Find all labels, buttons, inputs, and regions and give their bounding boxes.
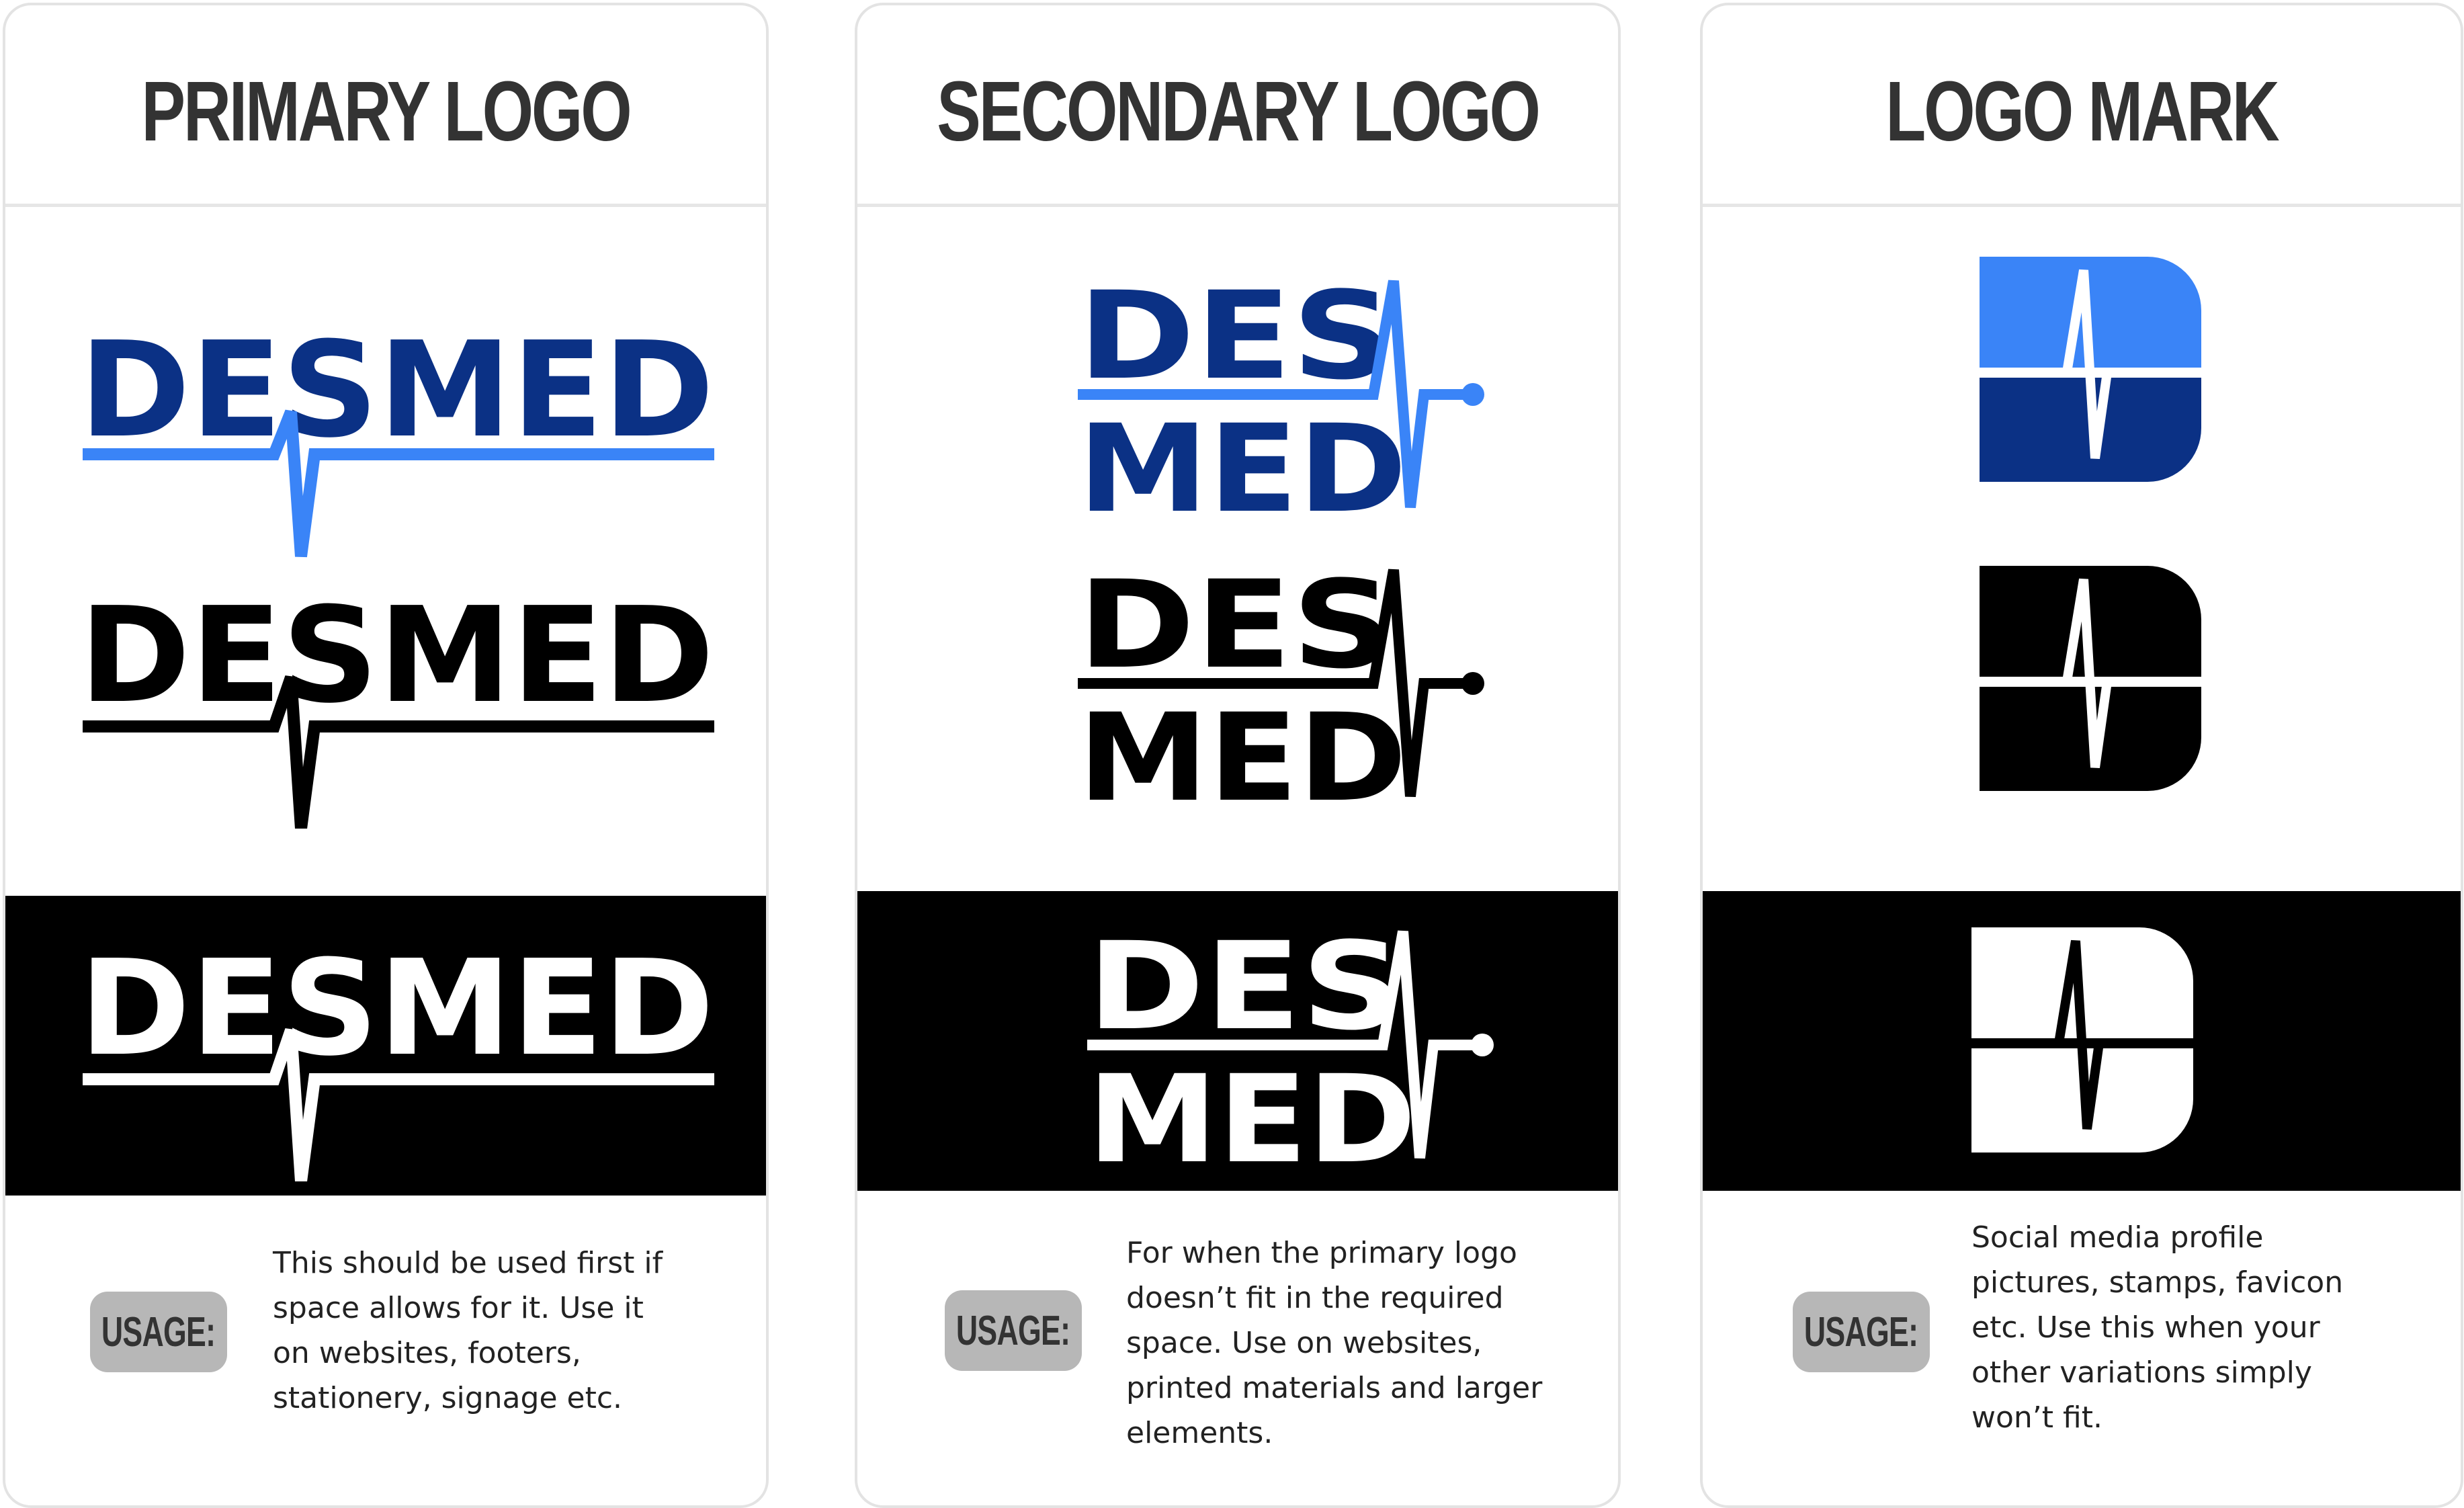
usage-description: For when the primary logo doesn’t fit in… xyxy=(1126,1230,1542,1456)
usage-line: doesn’t fit in the required xyxy=(1126,1281,1504,1315)
logo-wordmark-bottom: MED xyxy=(1087,1050,1416,1168)
usage-line: other variations simply xyxy=(1971,1355,2312,1390)
heartbeat-endpoint xyxy=(1461,383,1484,406)
primary-logo-black: DESMED xyxy=(79,600,714,829)
usage-line: on websites, footers, xyxy=(273,1336,581,1370)
usage-label: USAGE: xyxy=(956,1307,1070,1354)
usage-line: pictures, stamps, favicon xyxy=(1971,1265,2344,1300)
usage-badge: USAGE: xyxy=(945,1290,1082,1371)
logo-wordmark-bottom: MED xyxy=(1078,399,1407,517)
usage-line: printed materials and larger xyxy=(1126,1371,1543,1405)
usage-line: elements. xyxy=(1126,1416,1273,1450)
primary-logo-color: DESMED xyxy=(79,335,714,558)
card-header: SECONDARY LOGO xyxy=(857,5,1618,207)
logo-wordmark: DESMED xyxy=(79,335,714,467)
usage-badge: USAGE: xyxy=(90,1292,227,1372)
usage-description: Social media profile pictures, stamps, f… xyxy=(1971,1215,2343,1440)
secondary-logo-black: DES MED xyxy=(1078,564,1484,806)
logo-wordmark-top: DES xyxy=(1078,564,1394,696)
primary-logo-white: DESMED xyxy=(79,953,714,1181)
usage-line: space allows for it. Use it xyxy=(273,1291,644,1325)
usage-line: space. Use on websites, xyxy=(1126,1326,1482,1360)
card-title: PRIMARY LOGO xyxy=(141,63,632,159)
usage-label: USAGE: xyxy=(1804,1308,1918,1355)
logo-wordmark: DESMED xyxy=(79,600,714,732)
usage-label: USAGE: xyxy=(101,1308,216,1355)
usage-badge: USAGE: xyxy=(1793,1292,1930,1372)
primary-logo-card: PRIMARY LOGO DESMED DESMED DESMED USAGE:… xyxy=(3,3,769,1508)
heartbeat-endpoint xyxy=(1461,672,1484,695)
logo-wordmark-bottom: MED xyxy=(1078,688,1407,806)
secondary-logo-color: DES MED xyxy=(1078,276,1484,517)
logo-wordmark: DESMED xyxy=(79,953,714,1085)
usage-line: Social media profile xyxy=(1971,1220,2264,1255)
heartbeat-endpoint xyxy=(1471,1034,1494,1056)
usage-line: stationery, signage etc. xyxy=(273,1381,623,1415)
logo-mark-black xyxy=(1980,566,2201,791)
card-header: PRIMARY LOGO xyxy=(5,5,766,207)
logo-mark-white xyxy=(1971,927,2193,1153)
secondary-logo-card: SECONDARY LOGO DES MED DES MED DES MED U… xyxy=(855,3,1621,1508)
logo-mark-color xyxy=(1980,257,2201,482)
usage-line: This should be used first if xyxy=(273,1246,663,1280)
usage-line: etc. Use this when your xyxy=(1971,1310,2320,1345)
logo-wordmark-top: DES xyxy=(1078,276,1394,407)
card-title: LOGO MARK xyxy=(1885,63,2280,159)
secondary-logo-white: DES MED xyxy=(1087,926,1494,1168)
card-header: LOGO MARK xyxy=(1703,5,2461,207)
usage-line: won’t fit. xyxy=(1971,1400,2102,1435)
usage-line: For when the primary logo xyxy=(1126,1236,1517,1270)
logo-mark-card: LOGO MARK USAGE: Social media profile pi… xyxy=(1700,3,2463,1508)
usage-description: This should be used first if space allow… xyxy=(273,1241,663,1421)
logo-wordmark-top: DES xyxy=(1087,926,1403,1057)
card-title: SECONDARY LOGO xyxy=(937,63,1541,159)
